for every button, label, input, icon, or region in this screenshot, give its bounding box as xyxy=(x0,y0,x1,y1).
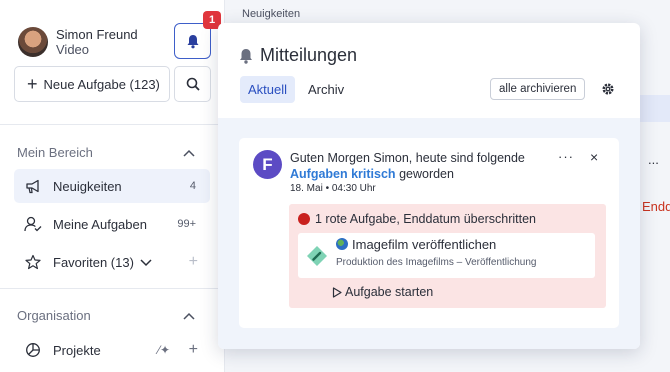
section-title-organisation: Organisation xyxy=(17,308,91,323)
notification-date: 18. Mai • 04:30 Uhr xyxy=(290,183,376,194)
sender-avatar: F xyxy=(253,150,282,179)
count-badge: 4 xyxy=(189,180,196,192)
plus-icon: + xyxy=(27,74,38,94)
critical-tasks-link[interactable]: Aufgaben kritisch xyxy=(290,167,396,181)
user-role: Video xyxy=(56,42,90,57)
tab-archiv[interactable]: Archiv xyxy=(300,76,352,103)
gear-icon[interactable] xyxy=(600,81,616,97)
task-diamond-icon xyxy=(307,246,327,266)
new-task-label: Neue Aufgabe (123) xyxy=(43,76,160,92)
alert-heading: 1 rote Aufgabe, Enddatum überschritten xyxy=(315,212,536,226)
user-profile[interactable]: Simon Freund Video xyxy=(18,27,138,57)
breadcrumb[interactable]: Neuigkeiten xyxy=(242,8,300,20)
chevron-up-icon[interactable] xyxy=(182,311,196,321)
divider xyxy=(0,288,225,289)
message-text: geworden xyxy=(399,167,454,181)
section-title-mein-bereich: Mein Bereich xyxy=(17,145,93,160)
user-name: Simon Freund xyxy=(56,27,138,42)
globe-icon xyxy=(336,238,348,250)
bell-icon xyxy=(187,34,198,48)
sidebar-item-label: Neuigkeiten xyxy=(53,178,122,194)
task-subtitle: Produktion des Imagefilms – Veröffentlic… xyxy=(336,257,537,268)
sidebar-item-label: Projekte xyxy=(53,342,101,358)
red-status-dot xyxy=(298,213,310,225)
start-task-label: Aufgabe starten xyxy=(345,285,434,299)
add-project-button[interactable]: + xyxy=(189,341,198,359)
new-task-button[interactable]: + Neue Aufgabe (123) xyxy=(14,66,170,102)
user-check-icon xyxy=(24,216,42,232)
play-icon xyxy=(332,286,342,298)
archive-all-button[interactable]: alle archivieren xyxy=(490,78,586,100)
sidebar-item-meine-aufgaben[interactable]: Meine Aufgaben 99+ xyxy=(14,207,210,241)
task-item[interactable]: Imagefilm veröffentlichen Produktion des… xyxy=(298,233,595,278)
start-task-button[interactable]: Aufgabe starten xyxy=(332,285,433,299)
bell-icon xyxy=(240,49,252,64)
task-title: Imagefilm veröffentlichen xyxy=(352,237,497,252)
magic-wand-icon[interactable]: ⁄✦ xyxy=(158,343,170,357)
popup-body: F Guten Morgen Simon, heute sind folgend… xyxy=(218,118,640,349)
star-icon xyxy=(25,254,41,270)
tab-aktuell[interactable]: Aktuell xyxy=(240,76,296,103)
overdue-alert: 1 rote Aufgabe, Enddatum überschritten I… xyxy=(289,204,606,308)
notification-card[interactable]: F Guten Morgen Simon, heute sind folgend… xyxy=(239,138,619,328)
close-icon[interactable]: × xyxy=(590,149,598,165)
background-row-highlight xyxy=(640,95,670,122)
sidebar-item-projekte[interactable]: Projekte ⁄✦ + xyxy=(14,333,210,367)
sidebar-item-label: Favoriten (13) xyxy=(53,254,134,270)
count-badge: 99+ xyxy=(177,218,196,230)
search-icon xyxy=(186,77,200,91)
notification-message: Guten Morgen Simon, heute sind folgende … xyxy=(290,150,560,182)
divider xyxy=(0,124,225,125)
sidebar-item-neuigkeiten[interactable]: Neuigkeiten 4 xyxy=(14,169,210,203)
sidebar: Simon Freund Video 1 + Neue Aufgabe (123… xyxy=(0,0,225,372)
background-red-text: Enddatu xyxy=(642,199,670,214)
chevron-up-icon[interactable] xyxy=(182,148,196,158)
more-options-icon[interactable]: ··· xyxy=(558,149,574,164)
notifications-popup: Mitteilungen Aktuell Archiv alle archivi… xyxy=(218,23,640,349)
avatar[interactable] xyxy=(18,27,48,57)
message-text: Guten Morgen Simon, heute sind folgende xyxy=(290,151,525,165)
search-button[interactable] xyxy=(174,66,211,102)
sidebar-item-label: Meine Aufgaben xyxy=(53,216,147,232)
popup-title: Mitteilungen xyxy=(260,45,358,65)
background-more-icon[interactable]: ... xyxy=(648,152,659,167)
sidebar-item-favoriten[interactable]: Favoriten (13) + xyxy=(14,245,210,279)
megaphone-icon xyxy=(25,179,39,193)
add-favorite-button[interactable]: + xyxy=(189,253,198,271)
chevron-down-icon[interactable] xyxy=(139,257,153,267)
pie-chart-icon xyxy=(26,343,40,357)
